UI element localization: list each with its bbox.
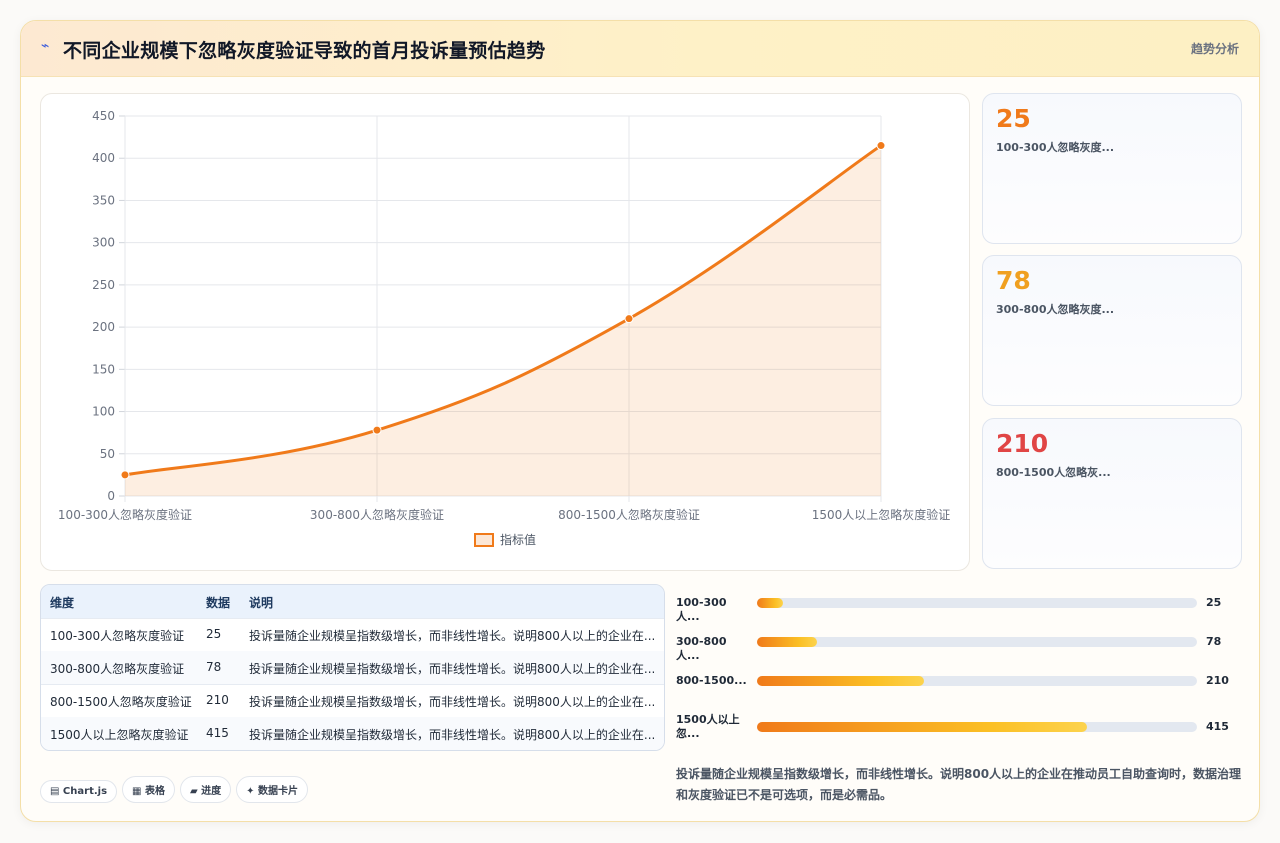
- feature-chips: ▤ Chart.js ▦ 表格 ▰ 进度 ✦ 数据卡片: [40, 776, 313, 803]
- y-tick-label: 100: [92, 405, 115, 419]
- table-row: 800-1500人忽略灰度验证 210 投诉量随企业规模呈指数级增长，而非线性增…: [41, 684, 664, 718]
- table-cell: 投诉量随企业规模呈指数级增长，而非线性增长。说明800人以上的企业在...: [249, 728, 654, 742]
- table-row: 100-300人忽略灰度验证 25 投诉量随企业规模呈指数级增长，而非线性增长。…: [41, 618, 664, 652]
- progress-track: [757, 637, 1197, 647]
- table-cell: 投诉量随企业规模呈指数级增长，而非线性增长。说明800人以上的企业在...: [249, 662, 654, 676]
- dashboard-card: ⌁ 不同企业规模下忽略灰度验证导致的首月投诉量预估趋势 趋势分析 0 50 100 1…: [20, 20, 1260, 822]
- progress-bars: 100-300人... 25 300-800人... 78 800-1500..…: [676, 584, 1236, 754]
- progress-fill: [757, 637, 818, 647]
- column-header: 维度: [50, 596, 75, 610]
- y-tick-label: 250: [92, 278, 115, 292]
- data-point: [372, 425, 382, 435]
- progress-track: [757, 598, 1197, 608]
- line-chart-panel: 0 50 100 150 200 250 300 350 400 450 100-300人忽略灰度验…: [40, 93, 970, 571]
- series-area: [125, 145, 881, 497]
- x-tick-label: 800-1500人忽略灰度验证: [558, 507, 700, 522]
- table-cell: 100-300人忽略灰度验证: [50, 629, 185, 643]
- data-point: [120, 470, 130, 480]
- stat-card-3: 210 800-1500人忽略灰...: [982, 418, 1242, 569]
- data-point: [624, 314, 634, 324]
- y-tick-label: 300: [92, 236, 115, 250]
- progress-fill: [757, 598, 784, 608]
- table-cell: 1500人以上忽略灰度验证: [50, 728, 189, 742]
- y-tick-label: 0: [107, 489, 115, 503]
- stat-value: 78: [996, 266, 1031, 295]
- lightning-icon: ⌁: [41, 38, 50, 54]
- table-cell: 300-800人忽略灰度验证: [50, 662, 185, 676]
- progress-track: [757, 676, 1197, 686]
- y-tick-label: 200: [92, 320, 115, 334]
- y-tick-label: 400: [92, 151, 115, 165]
- chip-progress[interactable]: ▰ 进度: [179, 776, 232, 803]
- stat-label: 300-800人忽略灰度...: [996, 303, 1115, 316]
- chip-table[interactable]: ▦ 表格: [122, 776, 175, 803]
- stat-card-2: 78 300-800人忽略灰度...: [982, 255, 1242, 406]
- stat-label: 800-1500人忽略灰...: [996, 466, 1111, 479]
- progress-value: 210: [1206, 674, 1229, 687]
- progress-label: 300-800人...: [676, 635, 727, 662]
- x-tick-label: 300-800人忽略灰度验证: [310, 507, 444, 522]
- y-tick-label: 50: [100, 447, 115, 461]
- table-cell: 78: [206, 660, 222, 674]
- table-cell: 投诉量随企业规模呈指数级增长，而非线性增长。说明800人以上的企业在...: [249, 629, 654, 643]
- page-title: 不同企业规模下忽略灰度验证导致的首月投诉量预估趋势: [63, 40, 546, 62]
- stat-value: 210: [996, 429, 1049, 458]
- table-row: 1500人以上忽略灰度验证 415 投诉量随企业规模呈指数级增长，而非线性增长。…: [41, 717, 664, 750]
- legend-swatch: [474, 533, 494, 547]
- table-cell: 415: [206, 726, 229, 740]
- stat-card-1: 25 100-300人忽略灰度...: [982, 93, 1242, 244]
- table-row: 300-800人忽略灰度验证 78 投诉量随企业规模呈指数级增长，而非线性增长。…: [41, 651, 664, 685]
- x-tick-label: 100-300人忽略灰度验证: [58, 507, 192, 522]
- column-header: 数据: [206, 596, 231, 610]
- progress-fill: [757, 676, 924, 686]
- progress-label: 100-300人...: [676, 596, 727, 623]
- data-point: [876, 141, 886, 151]
- legend-label: 指标值: [500, 532, 536, 547]
- trend-analysis-tag: 趋势分析: [1190, 42, 1239, 56]
- stat-label: 100-300人忽略灰度...: [996, 141, 1115, 154]
- chip-data-cards[interactable]: ✦ 数据卡片: [236, 776, 309, 803]
- column-header: 说明: [249, 596, 274, 610]
- table-header-row: 维度 数据 说明: [41, 585, 664, 619]
- progress-label: 1500人以上忽...: [676, 713, 740, 740]
- progress-fill: [757, 722, 1087, 732]
- line-chart: 0 50 100 150 200 250 300 350 400 450 100-300人忽略灰度验…: [58, 109, 951, 547]
- progress-value: 415: [1206, 720, 1229, 733]
- insight-note: 投诉量随企业规模呈指数级增长，而非线性增长。说明800人以上的企业在推动员工自助…: [676, 767, 1242, 802]
- chip-chartjs[interactable]: ▤ Chart.js: [40, 780, 118, 803]
- table-cell: 25: [206, 627, 222, 641]
- table-cell: 210: [206, 693, 229, 707]
- stat-value: 25: [996, 104, 1031, 133]
- progress-value: 25: [1206, 596, 1222, 609]
- progress-value: 78: [1206, 635, 1222, 648]
- x-tick-label: 1500人以上忽略灰度验证: [812, 507, 951, 522]
- header-bar: ⌁ 不同企业规模下忽略灰度验证导致的首月投诉量预估趋势 趋势分析: [21, 21, 1259, 77]
- table-cell: 800-1500人忽略灰度验证: [50, 695, 192, 709]
- y-tick-label: 450: [92, 109, 115, 123]
- progress-label: 800-1500...: [676, 674, 747, 687]
- y-tick-label: 150: [92, 362, 115, 376]
- table-cell: 投诉量随企业规模呈指数级增长，而非线性增长。说明800人以上的企业在...: [249, 695, 654, 709]
- data-table: 维度 数据 说明 100-300人忽略灰度验证 25 投诉量随企业规模呈指数级增…: [40, 584, 665, 751]
- progress-track: [757, 722, 1197, 732]
- y-tick-label: 350: [92, 193, 115, 207]
